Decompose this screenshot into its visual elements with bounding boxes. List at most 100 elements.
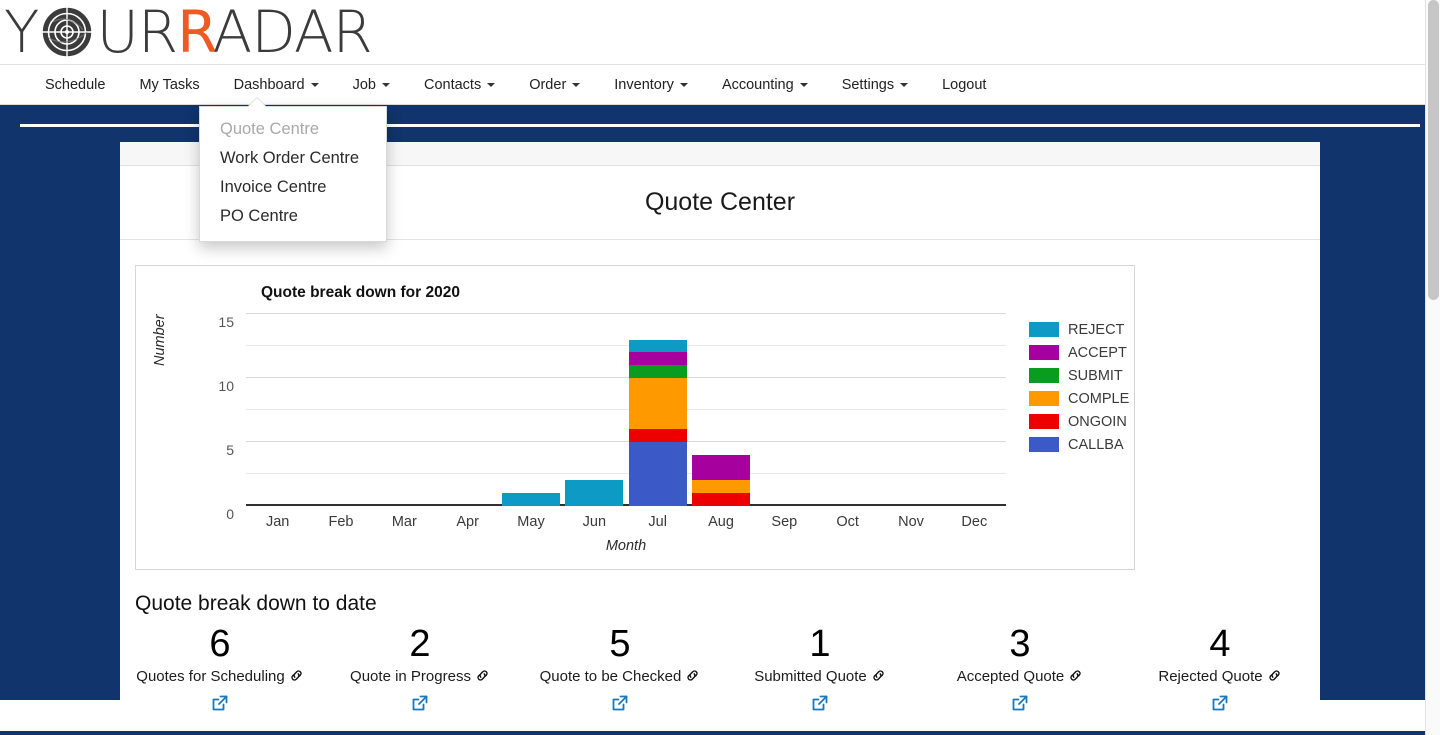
chart-segment-callba[interactable] [628,442,687,506]
stat-label: Rejected Quote [1124,666,1316,688]
nav-item-logout[interactable]: Logout [925,64,1003,105]
stat-card-quote-in-progress: 2 Quote in Progress [320,622,520,712]
chain-link-icon[interactable] [681,668,700,685]
stats-row: 6 Quotes for Scheduling 2 Quote in Progres… [120,622,1320,712]
legend-item-reject[interactable]: REJECT [1029,318,1134,341]
external-link-icon[interactable] [124,694,316,712]
legend-item-accept[interactable]: ACCEPT [1029,341,1134,364]
chart-segment-ongoin[interactable] [628,429,687,442]
stat-value: 1 [809,623,831,665]
dropdown-item-quote-centre: Quote Centre [220,120,320,138]
dropdown-item-work-order-centre[interactable]: Work Order Centre [200,144,386,173]
brand-text-after: ADAR [212,0,373,66]
stat-value: 5 [609,623,631,665]
chevron-down-icon [572,82,581,87]
scrollbar-thumb[interactable] [1428,0,1439,300]
brand-text-before: Y [4,0,39,66]
nav-item-settings[interactable]: Settings [825,64,925,105]
nav-label: My Tasks [139,76,200,93]
nav-item-schedule[interactable]: Schedule [28,64,122,105]
legend-item-ongoin[interactable]: ONGOIN [1029,410,1134,433]
nav-item-inventory[interactable]: Inventory [597,64,705,105]
chart-segment-reject[interactable] [565,480,624,506]
chart-segment-submit[interactable] [628,365,687,379]
stat-label: Quotes for Scheduling [124,666,316,688]
stat-card-quote-to-be-checked: 5 Quote to be Checked [520,622,720,712]
stat-card-rejected-quote: 4 Rejected Quote [1120,622,1320,712]
external-link-icon[interactable] [1124,694,1316,712]
chain-link-icon[interactable] [285,668,304,685]
chart-segment-accept[interactable] [692,454,750,481]
page-bottom-edge [0,731,1425,735]
nav-item-dashboard[interactable]: Dashboard [217,64,336,105]
legend-swatch-ongoin [1029,414,1059,429]
brand-logo[interactable]: Y UR R ADAR [4,0,373,66]
legend-item-comple[interactable]: COMPLE [1029,387,1134,410]
brand-header: Y UR R ADAR [0,0,1440,64]
chart-gridline-minor [246,473,1006,474]
nav-item-contacts[interactable]: Contacts [407,64,512,105]
stat-card-quotes-for-scheduling: 6 Quotes for Scheduling [120,622,320,712]
chart-segment-reject[interactable] [502,493,560,506]
nav-label: Inventory [614,76,674,93]
chart-gridline-major [246,377,1006,378]
legend-swatch-comple [1029,391,1059,406]
nav-item-accounting[interactable]: Accounting [705,64,825,105]
nav-item-my-tasks[interactable]: My Tasks [122,64,216,105]
brand-accent-letter: R [177,0,217,66]
chain-link-icon[interactable] [1064,668,1083,685]
external-link-icon[interactable] [724,694,916,712]
chart-bar-aug[interactable] [692,454,750,506]
legend-label: REJECT [1068,321,1125,338]
nav-label: Dashboard [233,76,305,93]
stat-label-text: Quote to be Checked [539,668,682,685]
legend-label: CALLBA [1068,436,1124,453]
stats-heading: Quote break down to date [135,592,377,615]
chart-bar-may[interactable] [502,493,560,506]
stat-card-submitted-quote: 1 Submitted Quote [720,622,920,712]
chart-segment-comple[interactable] [628,378,687,430]
stat-label: Accepted Quote [924,666,1116,688]
main-navigation: Schedule My Tasks Dashboard Job Contacts… [0,64,1440,105]
stat-label-text: Quotes for Scheduling [136,668,285,685]
external-link-icon[interactable] [324,694,516,712]
nav-label: Accounting [721,76,794,93]
external-link-icon[interactable] [924,694,1116,712]
nav-item-job[interactable]: Job [336,64,407,105]
stat-label-text: Submitted Quote [754,668,867,685]
chevron-down-icon [487,82,496,87]
nav-item-order[interactable]: Order [512,64,597,105]
chevron-down-icon [310,82,319,87]
chart-segment-ongoin[interactable] [692,493,750,506]
chart-plot-area: 0 5 10 15 [218,313,1006,522]
chart-x-axis-title: Month [605,538,647,554]
external-link-icon[interactable] [524,694,716,712]
chart-segment-accept[interactable] [628,352,687,366]
chart-bar-jun[interactable] [565,480,624,506]
nav-label: Contacts [423,76,482,93]
chart-legend: REJECT ACCEPT SUBMIT COMPLE ONGOIN CALLBA [1029,318,1134,456]
stat-value: 2 [409,623,431,665]
chevron-down-icon [900,82,909,87]
stat-value: 6 [209,623,231,665]
dropdown-item-po-centre[interactable]: PO Centre [200,202,386,231]
chain-link-icon[interactable] [471,668,490,685]
stat-label: Quote in Progress [324,666,516,688]
chart-segment-comple[interactable] [692,480,750,494]
chart-bar-jul[interactable] [628,339,687,506]
chain-link-icon[interactable] [1263,668,1282,685]
dropdown-item-invoice-centre[interactable]: Invoice Centre [200,173,386,202]
nav-label: Settings [841,76,895,93]
chain-link-icon[interactable] [867,668,886,685]
stat-label: Quote to be Checked [524,666,716,688]
stat-label: Submitted Quote [724,666,916,688]
page-scrollbar[interactable] [1425,0,1440,735]
legend-item-callba[interactable]: CALLBA [1029,433,1134,456]
chart-segment-reject[interactable] [628,339,687,353]
chevron-down-icon [679,82,688,87]
nav-label: Schedule [45,76,106,93]
legend-item-submit[interactable]: SUBMIT [1029,364,1134,387]
chart-gridline-minor [246,409,1006,410]
chart-gridline-minor [246,345,1006,346]
chevron-down-icon [799,82,808,87]
